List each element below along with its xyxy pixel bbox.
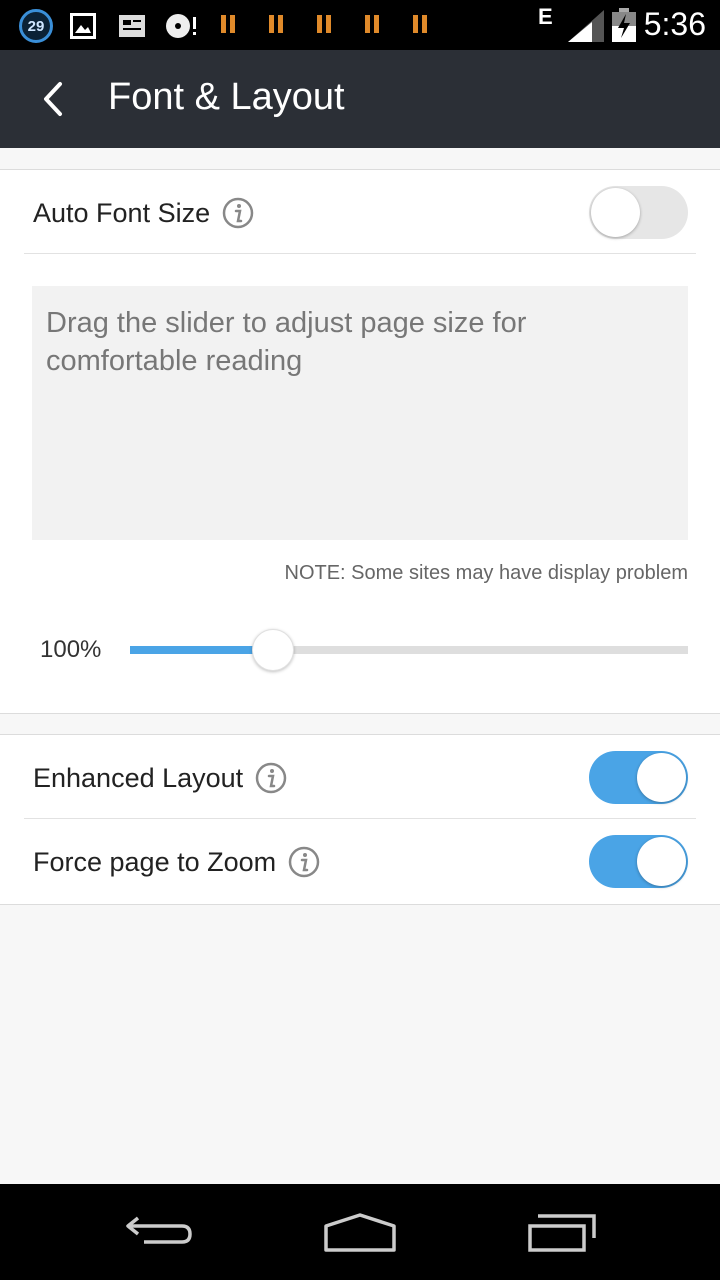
home-icon[interactable] [322, 1212, 398, 1254]
system-nav-bar [0, 1184, 720, 1280]
enhanced-layout-row[interactable]: Enhanced Layout [24, 735, 696, 819]
enhanced-layout-label: Enhanced Layout [33, 762, 244, 793]
slider-thumb[interactable] [251, 629, 294, 671]
app-toolbar: Font & Layout [0, 50, 720, 148]
pause-icon [364, 15, 380, 35]
info-icon[interactable] [255, 762, 287, 794]
toggle-knob [637, 753, 686, 802]
enhanced-layout-toggle[interactable] [589, 751, 688, 804]
network-type-label: E [538, 4, 553, 29]
disc-icon [166, 14, 196, 38]
font-size-slider[interactable] [130, 629, 688, 671]
pause-icon [316, 15, 332, 35]
pause-icon [220, 15, 236, 35]
font-size-value: 100% [40, 636, 102, 663]
force-zoom-toggle[interactable] [589, 835, 688, 888]
notification-count-badge: 29 [19, 9, 53, 43]
recents-icon[interactable] [526, 1212, 598, 1254]
page-title: Font & Layout [108, 76, 345, 118]
font-preview-box: Drag the slider to adjust page size for … [32, 286, 688, 540]
layout-settings-panel: Enhanced Layout Force page to Zoom [0, 734, 720, 905]
pause-icon [412, 15, 428, 35]
display-note: NOTE: Some sites may have display proble… [284, 562, 689, 584]
force-zoom-row[interactable]: Force page to Zoom [24, 819, 696, 903]
auto-font-size-toggle[interactable] [589, 186, 688, 239]
chevron-left-icon[interactable] [30, 72, 82, 126]
info-icon[interactable] [222, 197, 254, 229]
toggle-knob [637, 837, 686, 886]
info-icon[interactable] [288, 846, 320, 878]
clock: 5:36 [643, 6, 706, 42]
picture-icon [70, 13, 96, 39]
back-icon[interactable] [124, 1212, 196, 1252]
toggle-knob [591, 188, 640, 237]
auto-font-size-row[interactable]: Auto Font Size [24, 170, 696, 254]
media-icon [119, 15, 145, 37]
pause-icon [268, 15, 284, 35]
font-settings-panel: Auto Font Size Drag the slider to adjust… [0, 169, 720, 714]
status-bar: 29 E 5:36 [0, 0, 720, 50]
preview-text: Drag the slider to adjust page size for … [46, 307, 527, 377]
signal-icon [568, 10, 604, 42]
slider-fill [130, 646, 270, 654]
auto-font-size-label: Auto Font Size [33, 197, 211, 228]
force-zoom-label: Force page to Zoom [33, 846, 277, 877]
battery-charging-icon [612, 8, 636, 42]
